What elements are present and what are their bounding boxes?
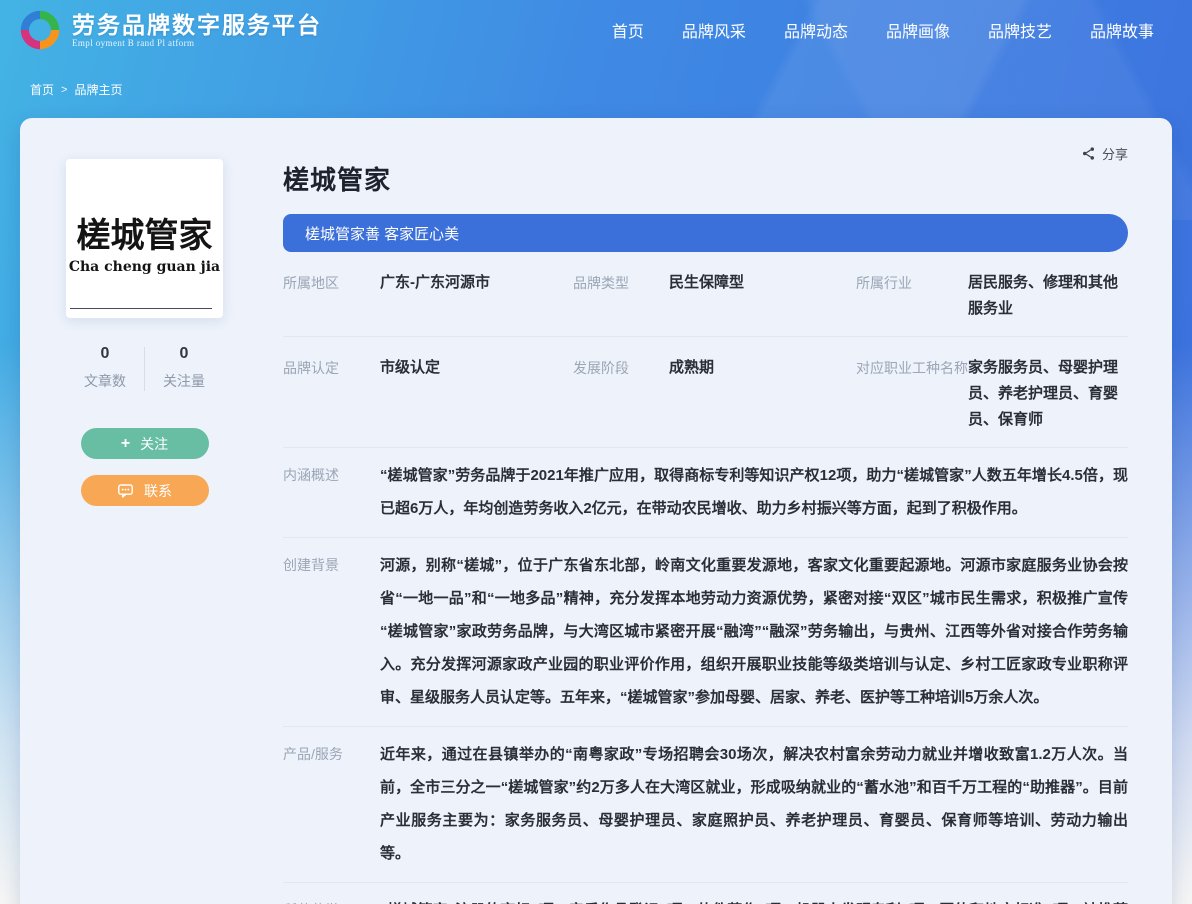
contact-button-label: 联系 xyxy=(144,481,172,501)
stat-articles-label: 文章数 xyxy=(66,371,144,391)
field-region-label: 所属地区 xyxy=(283,270,380,322)
follow-button-label: 关注 xyxy=(140,434,168,454)
brand-info-table: 所属地区 广东-广东河源市 品牌类型 民生保障型 所属行业 居民服务、修理和其他… xyxy=(283,252,1128,448)
section-products-label: 产品/服务 xyxy=(283,738,380,870)
stat-articles: 0 文章数 xyxy=(66,345,144,391)
nav-item-brand-portrait[interactable]: 品牌画像 xyxy=(886,18,950,42)
share-button[interactable]: 分享 xyxy=(1081,144,1128,163)
field-region-value: 广东-广东河源市 xyxy=(380,270,573,322)
field-industry-label: 所属行业 xyxy=(856,270,968,322)
section-background-text: 河源，别称“槎城”，位于广东省东北部，岭南文化重要发源地，客家文化重要起源地。河… xyxy=(380,549,1128,714)
info-row-2: 品牌认定 市级认定 发展阶段 成熟期 对应职业工种名称 家务服务员、母婴护理员、… xyxy=(283,337,1128,448)
info-row-1: 所属地区 广东-广东河源市 品牌类型 民生保障型 所属行业 居民服务、修理和其他… xyxy=(283,252,1128,337)
profile-stats: 0 文章数 0 关注量 xyxy=(66,345,223,391)
stat-followers: 0 关注量 xyxy=(145,345,223,391)
brand-logo-en-text: Cha cheng guan jia xyxy=(69,259,220,275)
nav-item-brand-skill[interactable]: 品牌技艺 xyxy=(988,18,1052,42)
plus-icon: + xyxy=(121,436,130,452)
section-overview-text: “槎城管家”劳务品牌于2021年推广应用，取得商标专利等知识产权12项，助力“槎… xyxy=(380,459,1128,525)
field-industry-value: 居民服务、修理和其他服务业 xyxy=(968,270,1128,322)
field-type-label: 品牌类型 xyxy=(573,270,669,322)
section-honors: 所获荣誉 “槎城管家”注册的商标3项、音乐作品登记1项、软件著作5项、机器人发明… xyxy=(283,883,1128,904)
brand-detail-panel: 分享 槎城管家 槎城管家善 客家匠心美 所属地区 广东-广东河源市 品牌类型 民… xyxy=(283,144,1128,904)
brand-slogan-banner: 槎城管家善 客家匠心美 xyxy=(283,214,1128,252)
breadcrumb-current: 品牌主页 xyxy=(74,81,122,98)
brand-logo-underline xyxy=(70,308,212,309)
nav-item-brand-news[interactable]: 品牌动态 xyxy=(784,18,848,42)
share-label: 分享 xyxy=(1102,144,1128,163)
field-type-value: 民生保障型 xyxy=(669,270,856,322)
brand-logo-cn-text: 槎城管家 xyxy=(77,208,213,257)
breadcrumb-home[interactable]: 首页 xyxy=(30,81,54,98)
stat-followers-value: 0 xyxy=(145,345,223,363)
section-overview-label: 内涵概述 xyxy=(283,459,380,525)
nav-item-brand-story[interactable]: 品牌故事 xyxy=(1090,18,1154,42)
brand-name-title: 槎城管家 xyxy=(283,165,1128,195)
share-icon xyxy=(1081,146,1096,161)
chat-bubble-icon xyxy=(117,483,134,499)
stat-articles-value: 0 xyxy=(66,345,144,363)
breadcrumb: 首页 > 品牌主页 xyxy=(30,81,122,98)
platform-logo-icon xyxy=(18,8,62,52)
nav-item-home[interactable]: 首页 xyxy=(612,18,644,42)
platform-subtitle: Empl oyment B rand Pl atform xyxy=(72,38,322,48)
main-nav: 首页 品牌风采 品牌动态 品牌画像 品牌技艺 品牌故事 xyxy=(612,18,1154,42)
section-background: 创建背景 河源，别称“槎城”，位于广东省东北部，岭南文化重要发源地，客家文化重要… xyxy=(283,538,1128,727)
field-occupations-value: 家务服务员、母婴护理员、养老护理员、育婴员、保育师 xyxy=(968,355,1128,433)
section-products-text: 近年来，通过在县镇举办的“南粤家政”专场招聘会30场次，解决农村富余劳动力就业并… xyxy=(380,738,1128,870)
brand-logo-image: 槎城管家 Cha cheng guan jia xyxy=(66,159,223,318)
section-background-label: 创建背景 xyxy=(283,549,380,714)
brand-slogan-text: 槎城管家善 客家匠心美 xyxy=(305,223,459,244)
section-overview: 内涵概述 “槎城管家”劳务品牌于2021年推广应用，取得商标专利等知识产权12项… xyxy=(283,448,1128,538)
breadcrumb-separator: > xyxy=(61,84,67,96)
section-products: 产品/服务 近年来，通过在县镇举办的“南粤家政”专场招聘会30场次，解决农村富余… xyxy=(283,727,1128,883)
field-stage-label: 发展阶段 xyxy=(573,355,669,433)
field-certification-label: 品牌认定 xyxy=(283,355,380,433)
brand-description-sections: 内涵概述 “槎城管家”劳务品牌于2021年推广应用，取得商标专利等知识产权12项… xyxy=(283,448,1128,904)
nav-item-brand-style[interactable]: 品牌风采 xyxy=(682,18,746,42)
platform-title: 劳务品牌数字服务平台 xyxy=(72,12,322,38)
brand-profile-card: 槎城管家 Cha cheng guan jia 0 文章数 0 关注量 + 关注 xyxy=(20,118,1172,904)
profile-sidebar: 槎城管家 Cha cheng guan jia 0 文章数 0 关注量 + 关注 xyxy=(66,144,223,904)
stat-followers-label: 关注量 xyxy=(145,371,223,391)
field-certification-value: 市级认定 xyxy=(380,355,573,433)
section-honors-text: “槎城管家”注册的商标3项、音乐作品登记1项、软件著作5项、机器人发明专利2项、… xyxy=(380,894,1128,904)
contact-button[interactable]: 联系 xyxy=(81,475,209,506)
section-honors-label: 所获荣誉 xyxy=(283,894,380,904)
top-navigation-bar: 劳务品牌数字服务平台 Empl oyment B rand Pl atform … xyxy=(0,0,1192,60)
field-stage-value: 成熟期 xyxy=(669,355,856,433)
follow-button[interactable]: + 关注 xyxy=(81,428,209,459)
platform-brand: 劳务品牌数字服务平台 Empl oyment B rand Pl atform xyxy=(18,8,322,52)
field-occupations-label: 对应职业工种名称 xyxy=(856,355,968,433)
